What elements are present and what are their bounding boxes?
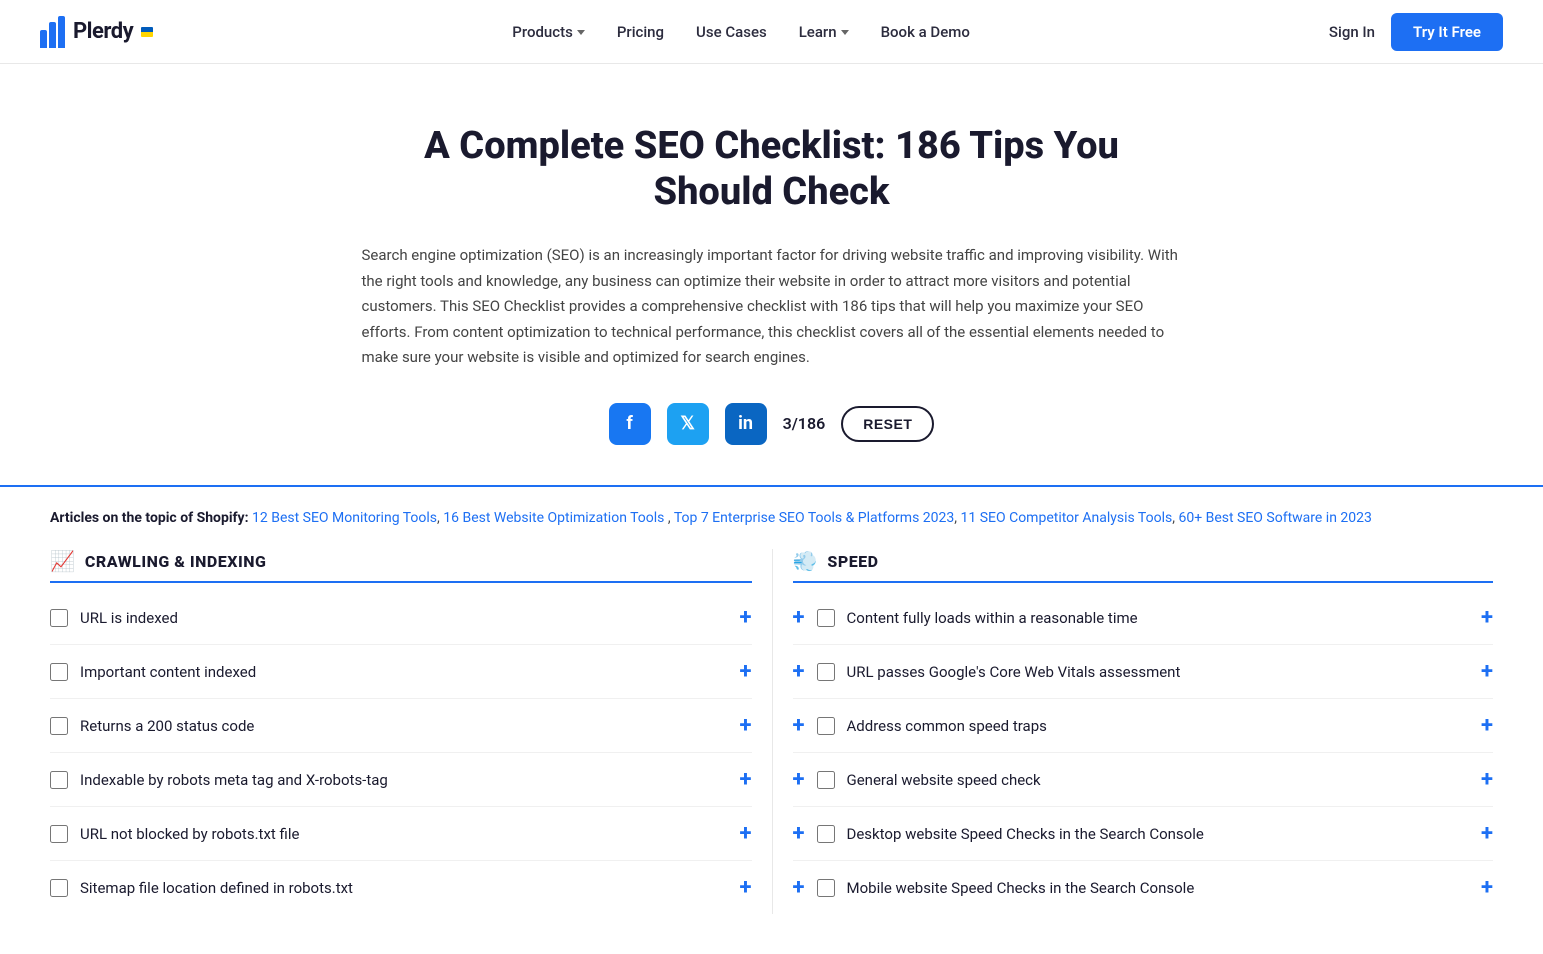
speed-expand-3b[interactable]: + [1469, 713, 1493, 738]
speed-item-5: + Desktop website Speed Checks in the Se… [793, 807, 1494, 861]
item-expand-1[interactable]: + [728, 605, 752, 630]
linkedin-icon: in [738, 413, 753, 434]
speed-expand-5b[interactable]: + [1469, 821, 1493, 846]
speed-expand-4b[interactable]: + [1469, 767, 1493, 792]
page-title: A Complete SEO Checklist: 186 Tips You S… [362, 124, 1182, 215]
speed-checkbox-3[interactable] [817, 717, 835, 735]
checklist-counter: 3/186 [783, 414, 826, 433]
speed-checkbox-6[interactable] [817, 879, 835, 897]
reset-button[interactable]: RESET [841, 406, 934, 442]
item-expand-5[interactable]: + [728, 821, 752, 846]
speed-section-title: SPEED [827, 552, 878, 571]
speed-checkbox-2[interactable] [817, 663, 835, 681]
speed-label-6: Mobile website Speed Checks in the Searc… [847, 879, 1470, 897]
crawling-item-1: URL is indexed + [50, 591, 752, 645]
speed-expand-2b[interactable]: + [1469, 659, 1493, 684]
speed-item-1: + Content fully loads within a reasonabl… [793, 591, 1494, 645]
ukraine-flag-icon [141, 27, 153, 37]
crawling-item-3: Returns a 200 status code + [50, 699, 752, 753]
item-label-4: Indexable by robots meta tag and X-robot… [80, 771, 728, 789]
hero-section: A Complete SEO Checklist: 186 Tips You S… [322, 64, 1222, 485]
item-checkbox-1[interactable] [50, 609, 68, 627]
item-label-3: Returns a 200 status code [80, 717, 728, 735]
item-label-6: Sitemap file location defined in robots.… [80, 879, 728, 897]
chevron-down-icon [841, 30, 849, 35]
nav-use-cases[interactable]: Use Cases [696, 23, 767, 41]
speed-checkbox-5[interactable] [817, 825, 835, 843]
main-nav: Products Pricing Use Cases Learn Book a … [512, 23, 970, 41]
item-checkbox-2[interactable] [50, 663, 68, 681]
logo-link[interactable]: Plerdy [40, 16, 153, 48]
speed-expand-1b[interactable]: + [1469, 605, 1493, 630]
articles-prefix: Articles on the topic of Shopify: [50, 510, 249, 526]
speed-expand-5[interactable]: + [793, 821, 817, 846]
item-checkbox-3[interactable] [50, 717, 68, 735]
item-expand-3[interactable]: + [728, 713, 752, 738]
crawling-item-5: URL not blocked by robots.txt file + [50, 807, 752, 861]
item-checkbox-5[interactable] [50, 825, 68, 843]
speed-label-5: Desktop website Speed Checks in the Sear… [847, 825, 1470, 843]
speed-expand-4[interactable]: + [793, 767, 817, 792]
speed-col: 💨 SPEED + Content fully loads within a r… [772, 549, 1494, 914]
crawling-icon: 📈 [50, 549, 75, 573]
articles-bar: Articles on the topic of Shopify: 12 Bes… [0, 487, 1543, 549]
speed-label-3: Address common speed traps [847, 717, 1470, 735]
article-link-4[interactable]: 11 SEO Competitor Analysis Tools [961, 510, 1173, 526]
signin-button[interactable]: Sign In [1329, 23, 1375, 41]
crawling-item-6: Sitemap file location defined in robots.… [50, 861, 752, 914]
speed-item-2: + URL passes Google's Core Web Vitals as… [793, 645, 1494, 699]
checklist-grid: 📈 CRAWLING & INDEXING URL is indexed + I… [0, 549, 1543, 954]
article-link-1[interactable]: 12 Best SEO Monitoring Tools [252, 510, 437, 526]
facebook-share-button[interactable]: f [609, 403, 651, 445]
speed-expand-6[interactable]: + [793, 875, 817, 900]
article-link-3[interactable]: Top 7 Enterprise SEO Tools & Platforms 2… [674, 510, 954, 526]
speed-expand-1[interactable]: + [793, 605, 817, 630]
crawling-indexing-col: 📈 CRAWLING & INDEXING URL is indexed + I… [50, 549, 772, 914]
speed-expand-6b[interactable]: + [1469, 875, 1493, 900]
item-label-5: URL not blocked by robots.txt file [80, 825, 728, 843]
speed-expand-3[interactable]: + [793, 713, 817, 738]
speed-icon: 💨 [793, 549, 818, 573]
speed-section-header: 💨 SPEED [793, 549, 1494, 583]
speed-label-1: Content fully loads within a reasonable … [847, 609, 1470, 627]
article-link-5[interactable]: 60+ Best SEO Software in 2023 [1178, 510, 1371, 526]
chevron-down-icon [577, 30, 585, 35]
speed-checkbox-4[interactable] [817, 771, 835, 789]
speed-item-4: + General website speed check + [793, 753, 1494, 807]
crawling-section-title: CRAWLING & INDEXING [85, 552, 266, 571]
twitter-icon: 𝕏 [680, 413, 695, 434]
nav-pricing[interactable]: Pricing [617, 23, 664, 41]
navbar-actions: Sign In Try It Free [1329, 13, 1503, 51]
facebook-icon: f [626, 413, 632, 434]
speed-item-3: + Address common speed traps + [793, 699, 1494, 753]
nav-products[interactable]: Products [512, 23, 585, 41]
item-checkbox-6[interactable] [50, 879, 68, 897]
article-link-2[interactable]: 16 Best Website Optimization Tools [443, 510, 664, 526]
try-free-button[interactable]: Try It Free [1391, 13, 1503, 51]
hero-actions: f 𝕏 in 3/186 RESET [362, 403, 1182, 445]
item-checkbox-4[interactable] [50, 771, 68, 789]
navbar: Plerdy Products Pricing Use Cases Learn … [0, 0, 1543, 64]
nav-learn[interactable]: Learn [799, 23, 849, 41]
logo-icon [40, 16, 65, 48]
crawling-item-4: Indexable by robots meta tag and X-robot… [50, 753, 752, 807]
logo-text: Plerdy [73, 19, 133, 44]
speed-checkbox-1[interactable] [817, 609, 835, 627]
nav-book-demo[interactable]: Book a Demo [881, 23, 970, 41]
item-expand-6[interactable]: + [728, 875, 752, 900]
crawling-section-header: 📈 CRAWLING & INDEXING [50, 549, 752, 583]
item-expand-2[interactable]: + [728, 659, 752, 684]
speed-item-6: + Mobile website Speed Checks in the Sea… [793, 861, 1494, 914]
speed-label-2: URL passes Google's Core Web Vitals asse… [847, 663, 1470, 681]
item-label-1: URL is indexed [80, 609, 728, 627]
speed-label-4: General website speed check [847, 771, 1470, 789]
item-expand-4[interactable]: + [728, 767, 752, 792]
hero-description: Search engine optimization (SEO) is an i… [362, 243, 1182, 371]
linkedin-share-button[interactable]: in [725, 403, 767, 445]
item-label-2: Important content indexed [80, 663, 728, 681]
twitter-share-button[interactable]: 𝕏 [667, 403, 709, 445]
speed-expand-2[interactable]: + [793, 659, 817, 684]
crawling-item-2: Important content indexed + [50, 645, 752, 699]
